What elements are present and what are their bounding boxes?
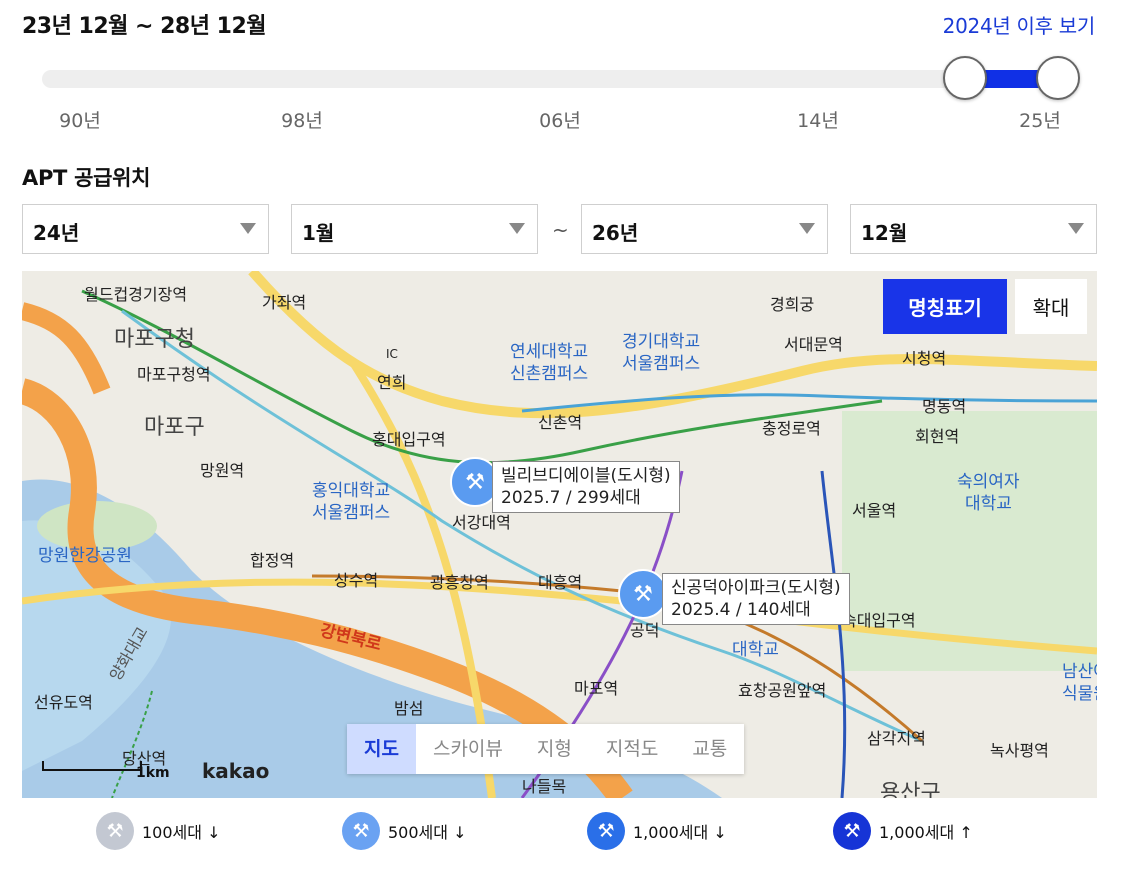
property-name: 신공덕아이파크(도시형) xyxy=(671,578,841,598)
end-month-select[interactable]: 12월 xyxy=(850,204,1097,254)
map-label: IC xyxy=(386,347,398,361)
map-label: 대흥역 xyxy=(538,573,583,592)
map-label: 선유도역 xyxy=(34,693,93,712)
start-year-value: 24년 xyxy=(33,221,80,245)
property-info: 2025.7 / 299세대 xyxy=(501,488,641,508)
map-label: 경희궁 xyxy=(770,295,815,314)
map-type-switcher: 지도 스카이뷰 지형 지적도 교통 xyxy=(347,724,745,774)
legend-item: ⚒ 1,000세대 ↓ xyxy=(587,812,727,850)
property-popup[interactable]: 빌리브디에이블(도시형) 2025.7 / 299세대 xyxy=(492,461,680,513)
kakao-logo: kakao xyxy=(202,759,270,783)
map-label: 마포구청 xyxy=(114,327,195,352)
map-label: 삼각지역 xyxy=(867,729,926,748)
slider-end-handle[interactable] xyxy=(1036,56,1080,100)
slider-tick-label: 90년 xyxy=(59,110,101,132)
map-label: 망원한강공원 xyxy=(38,546,132,566)
map-type-terrain[interactable]: 지형 xyxy=(520,724,589,774)
legend-item: ⚒ 100세대 ↓ xyxy=(96,812,220,850)
end-month-value: 12월 xyxy=(861,221,908,245)
hammer-icon: ⚒ xyxy=(833,812,871,850)
map-label: 숙대입구역 xyxy=(842,611,916,630)
map-label: 합정역 xyxy=(250,551,295,570)
slider-tick-label: 98년 xyxy=(281,110,323,132)
range-separator: ~ xyxy=(552,218,569,242)
start-month-value: 1월 xyxy=(302,221,335,245)
map-label: 시청역 xyxy=(902,349,947,368)
map-label: 서대문역 xyxy=(784,335,843,354)
property-popup[interactable]: 신공덕아이파크(도시형) 2025.4 / 140세대 xyxy=(662,573,850,625)
year-range-slider-track[interactable] xyxy=(42,70,1077,88)
legend-label: 100세대 ↓ xyxy=(142,823,221,842)
hammer-icon[interactable]: ⚒ xyxy=(618,569,668,619)
map-label: 연희 xyxy=(377,373,407,392)
map-label: 대학교 xyxy=(965,494,1012,514)
map-label: 식물원 xyxy=(1062,684,1097,704)
map-label: 공덕 xyxy=(630,621,660,640)
map-label: 홍대입구역 xyxy=(372,430,446,449)
map-type-skyview[interactable]: 스카이뷰 xyxy=(416,724,520,774)
start-year-select[interactable]: 24년 xyxy=(22,204,269,254)
map-type-cadastral[interactable]: 지적도 xyxy=(589,724,675,774)
map-label: 신촌역 xyxy=(538,413,583,432)
map-label: 광흥창역 xyxy=(430,573,489,592)
map-label: 마포구청역 xyxy=(137,365,211,384)
map-view[interactable]: 월드컵경기장역 가좌역 마포구청 마포구청역 IC 연희 연세대학교 신촌캠퍼스… xyxy=(22,271,1097,798)
map-label: 명동역 xyxy=(922,397,967,416)
show-names-button[interactable]: 명칭표기 xyxy=(883,279,1007,334)
chevron-down-icon xyxy=(509,223,525,234)
map-type-map[interactable]: 지도 xyxy=(347,724,416,774)
end-year-select[interactable]: 26년 xyxy=(581,204,828,254)
map-label: 서울역 xyxy=(852,501,897,520)
map-label: 녹사평역 xyxy=(990,741,1049,760)
map-label: 월드컵경기장역 xyxy=(84,285,188,304)
map-label: 효창공원앞역 xyxy=(738,681,827,700)
map-label: 망원역 xyxy=(200,461,245,480)
hammer-icon: ⚒ xyxy=(587,812,625,850)
slider-tick-label: 06년 xyxy=(539,110,581,132)
chevron-down-icon xyxy=(1068,223,1084,234)
map-label: 상수역 xyxy=(334,571,379,590)
map-label: 나들목 xyxy=(522,777,567,796)
map-label: 회현역 xyxy=(915,427,960,446)
scale-label: 1km xyxy=(136,765,170,781)
map-label: 대학교 xyxy=(732,640,779,660)
date-range-title: 23년 12월 ~ 28년 12월 xyxy=(22,14,267,39)
section-title: APT 공급위치 xyxy=(22,166,151,190)
chevron-down-icon xyxy=(240,223,256,234)
map-label: 마포역 xyxy=(574,679,619,698)
slider-tick-label: 14년 xyxy=(797,110,839,132)
slider-tick-label: 25년 xyxy=(1019,110,1061,132)
map-label: 충정로역 xyxy=(762,419,821,438)
hammer-icon: ⚒ xyxy=(342,812,380,850)
property-info: 2025.4 / 140세대 xyxy=(671,600,811,620)
chevron-down-icon xyxy=(799,223,815,234)
map-label: 서울캠퍼스 xyxy=(622,354,701,374)
property-name: 빌리브디에이블(도시형) xyxy=(501,466,671,486)
slider-start-handle[interactable] xyxy=(943,56,987,100)
map-label: 서울캠퍼스 xyxy=(312,503,391,523)
end-year-value: 26년 xyxy=(592,221,639,245)
map-label: 밤섬 xyxy=(394,699,424,718)
map-label: 마포구 xyxy=(144,415,205,440)
map-label: 용산구 xyxy=(880,781,941,798)
legend-label: 1,000세대 ↑ xyxy=(879,823,973,842)
start-month-select[interactable]: 1월 xyxy=(291,204,538,254)
legend-item: ⚒ 1,000세대 ↑ xyxy=(833,812,973,850)
legend-item: ⚒ 500세대 ↓ xyxy=(342,812,466,850)
scale-bar xyxy=(42,761,142,771)
map-label: 가좌역 xyxy=(262,293,307,312)
zoom-button[interactable]: 확대 xyxy=(1015,279,1087,334)
map-type-traffic[interactable]: 교통 xyxy=(675,724,744,774)
legend-label: 500세대 ↓ xyxy=(388,823,467,842)
legend-label: 1,000세대 ↓ xyxy=(633,823,727,842)
hammer-icon: ⚒ xyxy=(96,812,134,850)
map-label: 신촌캠퍼스 xyxy=(510,364,589,384)
view-after-2024-link[interactable]: 2024년 이후 보기 xyxy=(943,10,1096,39)
